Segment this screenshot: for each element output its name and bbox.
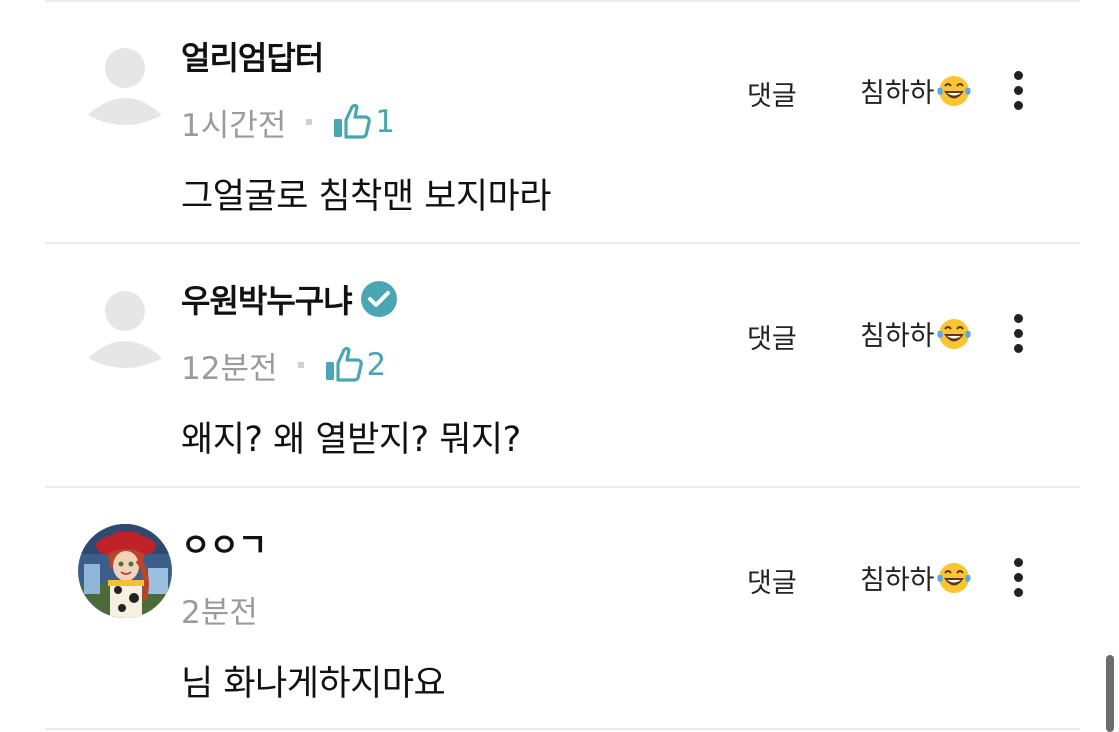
reply-button[interactable]: 댓글 [747, 561, 797, 600]
comment-meta: 2분전 [181, 589, 258, 631]
more-options-icon[interactable] [1006, 314, 1032, 354]
comment-meta: 1시간전 1 [181, 102, 396, 144]
reaction-button[interactable]: 침하하 [860, 314, 973, 353]
reaction-button[interactable]: 침하하 [860, 71, 973, 110]
timestamp: 2분전 [181, 594, 258, 631]
scrollbar-thumb[interactable] [1106, 655, 1114, 732]
comment-text: 그얼굴로 침착맨 보지마라 [181, 177, 551, 217]
comment-text: 님 화나게하지마요 [181, 664, 446, 704]
comment-item: 우원박누구냐 12분전 2 왜지? 왜 열받지? 뭐지? 댓글 침하하 [0, 248, 1119, 488]
comment-item: 얼리엄답터 1시간전 1 그얼굴로 침착맨 보지마라 댓글 침하하 [0, 5, 1119, 245]
more-options-icon[interactable] [1006, 558, 1032, 598]
username[interactable]: ㅇㅇㄱ [181, 520, 267, 566]
username-text: 우원박누구냐 [181, 282, 353, 320]
thumbs-up-icon[interactable] [324, 345, 364, 385]
reply-button[interactable]: 댓글 [747, 74, 797, 113]
reaction-label: 침하하 [860, 321, 935, 352]
reaction-label: 침하하 [860, 565, 935, 596]
avatar[interactable] [78, 280, 172, 374]
like-count: 1 [375, 104, 396, 140]
verified-check-icon [360, 281, 397, 317]
username-text: 얼리엄답터 [181, 39, 324, 77]
thumbs-up-icon[interactable] [332, 102, 372, 142]
comment-text: 왜지? 왜 열받지? 뭐지? [181, 420, 521, 460]
default-avatar-icon [88, 48, 162, 125]
separator-dot [306, 119, 313, 125]
comment-meta: 12분전 2 [181, 345, 387, 387]
timestamp: 1시간전 [181, 107, 287, 144]
comment-item: ㅇㅇㄱ 2분전 님 화나게하지마요 댓글 침하하 [0, 492, 1119, 732]
laughing-tears-emoji-icon [936, 75, 971, 106]
separator-dot [297, 362, 304, 368]
username[interactable]: 얼리엄답터 [181, 33, 324, 79]
username[interactable]: 우원박누구냐 [181, 276, 398, 322]
avatar[interactable] [78, 524, 172, 618]
comment-divider [45, 728, 1080, 730]
cartoon-cowgirl-avatar-icon [78, 524, 172, 618]
comment-divider [45, 242, 1080, 244]
default-avatar-icon [88, 291, 162, 368]
comment-divider [45, 486, 1080, 488]
reaction-button[interactable]: 침하하 [860, 558, 973, 597]
reply-button[interactable]: 댓글 [747, 317, 797, 356]
reaction-label: 침하하 [860, 78, 935, 109]
like-count: 2 [366, 347, 387, 383]
username-text: ㅇㅇㄱ [181, 526, 267, 564]
timestamp: 12분전 [181, 350, 278, 387]
top-divider [45, 0, 1080, 2]
avatar[interactable] [78, 37, 172, 131]
laughing-tears-emoji-icon [936, 562, 971, 593]
laughing-tears-emoji-icon [936, 318, 971, 349]
more-options-icon[interactable] [1006, 71, 1032, 111]
